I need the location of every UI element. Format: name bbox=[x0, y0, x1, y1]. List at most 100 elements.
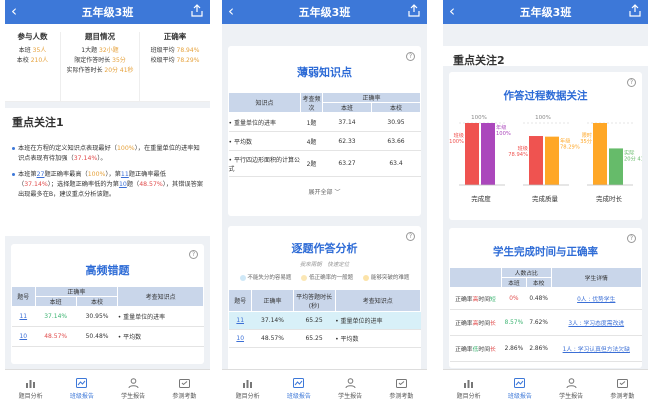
value: 短 bbox=[490, 297, 496, 303]
weak-points-title: 薄弱知识点 bbox=[297, 66, 352, 79]
tab-attendance[interactable]: 参测考勤 bbox=[159, 370, 210, 407]
bar-label: 实际 bbox=[624, 148, 634, 156]
knowledge-point: 平均数 bbox=[233, 138, 252, 146]
tab-student-report[interactable]: 学生报告 bbox=[325, 370, 376, 407]
top-bar: ‹ 五年级3班 bbox=[5, 0, 210, 24]
frequency: 4题 bbox=[300, 131, 323, 151]
col-detail: 学生详情 bbox=[550, 267, 642, 288]
tab-label: 班级报告 bbox=[69, 392, 94, 400]
back-icon[interactable]: ‹ bbox=[228, 2, 234, 20]
tab-attendance[interactable]: 参测考勤 bbox=[597, 370, 648, 407]
bar-chart-icon bbox=[464, 379, 474, 388]
frequent-errors-card: ? 高频错题 题号 正确率 考查知识点 本班 本校 11 37.14% 30.95% • 重… bbox=[11, 244, 204, 364]
participants-title: 参与人数 bbox=[17, 32, 48, 41]
category-label: 完成质量 bbox=[532, 194, 559, 203]
col-class: 本班 bbox=[501, 277, 527, 288]
text: 时间 bbox=[478, 297, 490, 303]
tab-student-report[interactable]: 学生报告 bbox=[108, 370, 159, 407]
help-icon[interactable]: ? bbox=[189, 250, 198, 259]
expand-all-button[interactable]: 展开全部 ﹀ bbox=[228, 187, 421, 196]
limit-value: 35分 bbox=[112, 57, 126, 64]
bar-chart-icon bbox=[26, 379, 36, 388]
share-icon[interactable] bbox=[191, 4, 204, 18]
student-detail-link[interactable]: 0人 : 优势学生 bbox=[551, 287, 642, 310]
help-icon[interactable]: ? bbox=[627, 78, 636, 87]
school-label: 本校 bbox=[16, 57, 29, 64]
tab-class-report[interactable]: 班级报告 bbox=[494, 370, 545, 407]
knowledge-point: 平均数 bbox=[123, 334, 142, 341]
hint-text: 我來兩朝 快速定位 bbox=[299, 262, 350, 268]
question-link[interactable]: 10 bbox=[11, 326, 36, 347]
text: 正确率 bbox=[455, 321, 473, 327]
share-icon[interactable] bbox=[629, 4, 642, 18]
tab-question-analysis[interactable]: 题目分析 bbox=[443, 370, 494, 407]
weak-points-table: 知识点 考查频次 正确率 本班 本校 • 重量单位的进率 1题 37.14 30.95 • … bbox=[228, 92, 421, 177]
col-knowledge: 考查知识点 bbox=[334, 289, 422, 312]
tab-label: 学生报告 bbox=[121, 392, 146, 400]
process-data-title: 作答过程数据关注 bbox=[503, 90, 588, 102]
table-row: • 平行四边形面积的计算公式 2题 63.27 63.4 bbox=[228, 150, 421, 177]
page-title: 五年级3班 bbox=[519, 6, 572, 19]
back-icon[interactable]: ‹ bbox=[449, 2, 455, 20]
bar-班级 bbox=[529, 136, 543, 185]
tab-label: 班级报告 bbox=[507, 392, 532, 400]
bar-限时 bbox=[593, 123, 607, 185]
focus2-title: 重点关注2 bbox=[453, 54, 505, 67]
legend-label: 能够突破的难题 bbox=[370, 275, 410, 281]
table-row: 10 48.57% 50.48% • 平均数 bbox=[11, 326, 204, 347]
col-no: 题号 bbox=[11, 286, 36, 307]
tab-student-report[interactable]: 学生报告 bbox=[546, 370, 597, 407]
value: 100% bbox=[117, 145, 135, 152]
calendar-icon bbox=[178, 378, 190, 388]
report-icon bbox=[76, 377, 88, 388]
legend-label: 不能失分的容易题 bbox=[247, 275, 292, 281]
person-icon bbox=[566, 377, 577, 388]
col-accuracy: 正确率 bbox=[251, 289, 294, 312]
big-questions: 1大题 bbox=[81, 47, 98, 54]
class-ratio: 8.57% bbox=[501, 309, 527, 336]
question-link[interactable]: 10 bbox=[228, 329, 252, 348]
help-icon[interactable]: ? bbox=[406, 52, 415, 61]
text: 本班在方程的定义知识点表现最好（ bbox=[18, 145, 117, 152]
accuracy-block: 正确率 班级平均 78.94% 校级平均 78.29% bbox=[140, 32, 210, 101]
back-icon[interactable]: ‹ bbox=[11, 2, 17, 20]
question-analysis-title: 逐题作答分析 bbox=[291, 242, 358, 255]
focus-bullet-2: 本班第27题正确率最高（100%），第11题正确率最低（37.14%）；选择题正… bbox=[12, 170, 203, 200]
share-icon[interactable] bbox=[408, 4, 421, 18]
value: 48.57% bbox=[139, 181, 163, 188]
page-title: 五年级3班 bbox=[298, 6, 351, 19]
question-analysis-card: ? 逐题作答分析 我來兩朝 快速定位 不能失分的容易题 低正确率的一般题 能够突… bbox=[227, 226, 422, 376]
student-detail-link[interactable]: 1人 : 学习认真但方法欠缺 bbox=[551, 335, 642, 362]
stats-panel: 参与人数 本班 35人 本校 210人 题目情况 1大题 32小题 限定作答时长… bbox=[5, 24, 210, 102]
help-icon[interactable]: ? bbox=[627, 234, 636, 243]
school-ratio: 7.62% bbox=[526, 309, 551, 336]
class-rate: 63.27 bbox=[322, 150, 372, 177]
tab-question-analysis[interactable]: 题目分析 bbox=[222, 370, 273, 407]
tab-label: 学生报告 bbox=[338, 392, 363, 400]
report-icon bbox=[514, 377, 526, 388]
text: 本班第 bbox=[18, 171, 37, 178]
question-link[interactable]: 11 bbox=[121, 171, 129, 178]
table-row: 正确率高时间短 0% 0.48% 0人 : 优势学生 bbox=[449, 287, 642, 310]
screen-class-report-1: ‹ 五年级3班 参与人数 本班 35人 本校 210人 题目情况 1大题 32小… bbox=[5, 0, 210, 407]
tab-class-report[interactable]: 班级报告 bbox=[273, 370, 324, 407]
question-link[interactable]: 11 bbox=[228, 311, 252, 330]
student-detail-link[interactable]: 3人 : 学习态度需改进 bbox=[551, 309, 642, 336]
small-questions: 32小题 bbox=[99, 47, 119, 54]
question-link[interactable]: 10 bbox=[119, 181, 127, 188]
school-rate: 63.66 bbox=[371, 131, 421, 151]
bar-实际 bbox=[609, 148, 623, 185]
bar-value: 20分 41秒 bbox=[624, 154, 642, 162]
col-class: 本班 bbox=[322, 102, 372, 113]
tab-attendance[interactable]: 参测考勤 bbox=[376, 370, 427, 407]
tab-label: 参测考勤 bbox=[389, 392, 414, 400]
tab-class-report[interactable]: 班级报告 bbox=[56, 370, 107, 407]
question-link[interactable]: 11 bbox=[11, 306, 36, 327]
tab-question-analysis[interactable]: 题目分析 bbox=[5, 370, 56, 407]
actual-label: 实际作答时长 bbox=[66, 67, 103, 74]
process-data-card: ? 作答过程数据关注 100% 班级 100% 年级 100% 完成度 100% 班级 78.9… bbox=[449, 72, 648, 220]
help-icon[interactable]: ? bbox=[406, 232, 415, 241]
frequency: 2题 bbox=[300, 150, 323, 177]
table-row: • 平均数 4题 62.33 63.66 bbox=[228, 131, 421, 151]
col-ratio: 人数占比 bbox=[501, 267, 552, 278]
